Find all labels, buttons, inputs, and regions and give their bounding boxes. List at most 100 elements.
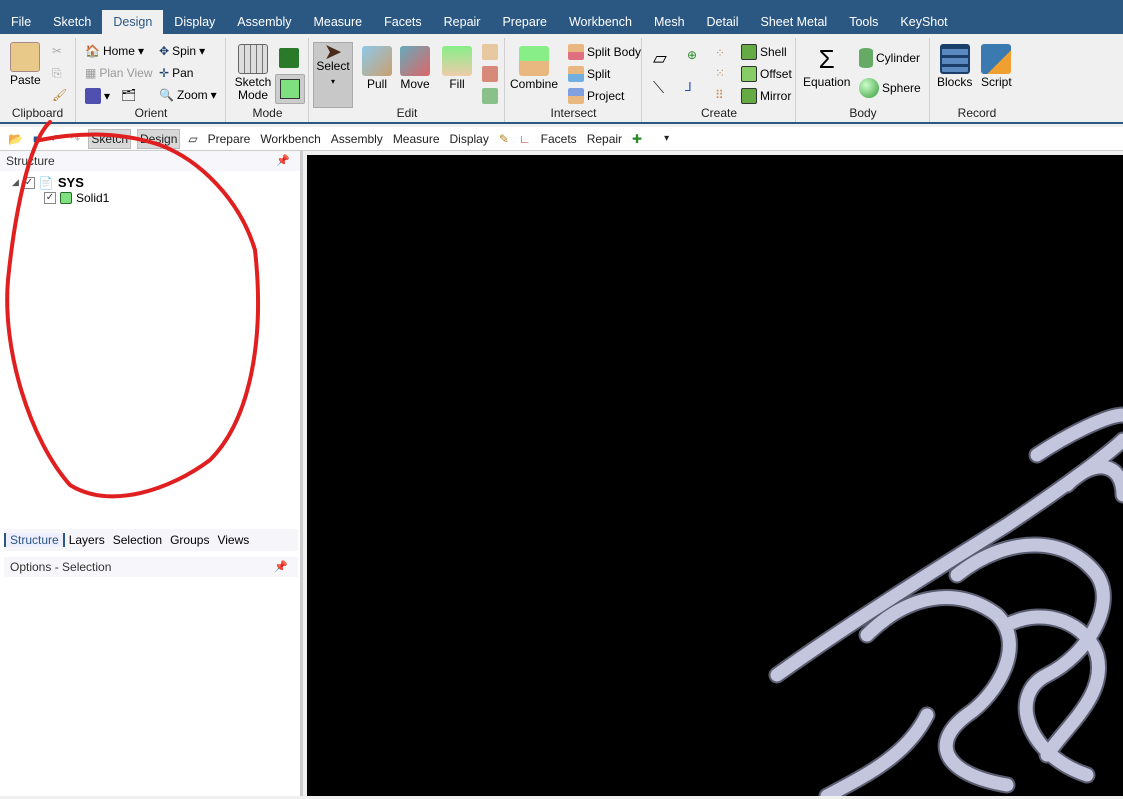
qat-assembly[interactable]: Assembly (329, 130, 385, 148)
paste-button[interactable]: Paste (10, 42, 41, 87)
home-button[interactable]: 🏠 Home ▾ (85, 44, 144, 58)
tab-prepare[interactable]: Prepare (491, 10, 557, 34)
plan-view-icon: ▦ (85, 66, 97, 80)
blocks-button[interactable]: Blocks (937, 44, 972, 89)
assembly-doc-icon: 📄 (38, 175, 54, 190)
pan-button[interactable]: ✛ Pan (159, 66, 193, 80)
shell-button[interactable]: Shell (741, 44, 787, 60)
open-folder-icon[interactable]: 📂 (6, 130, 25, 148)
3d-mode-icon[interactable] (275, 74, 305, 104)
blend-icon[interactable] (482, 44, 498, 60)
plane-icon[interactable]: ▱ (186, 130, 199, 148)
collapse-triangle-icon[interactable]: ◢ (12, 177, 19, 188)
mirror-button[interactable]: Mirror (741, 88, 791, 104)
qat-repair[interactable]: Repair (585, 130, 624, 148)
pan-icon: ✛ (159, 66, 170, 80)
qat-prepare[interactable]: Prepare (206, 130, 253, 148)
pull-icon (362, 46, 392, 76)
tab-groups[interactable]: Groups (166, 533, 213, 547)
tab-display[interactable]: Display (163, 10, 226, 34)
mirror-icon (741, 88, 757, 104)
tab-detail[interactable]: Detail (696, 10, 750, 34)
group-mode: Sketch Mode Mode (227, 38, 309, 122)
split-body-icon (568, 44, 584, 60)
fill-pattern-icon[interactable]: ⠿ (715, 88, 724, 102)
plane-icon[interactable]: ▱ (653, 48, 667, 69)
qat-measure[interactable]: Measure (391, 130, 442, 148)
clipboard-icon (10, 42, 41, 72)
copy-icon[interactable]: ⎘ (52, 66, 62, 81)
tweak-face-icon[interactable] (482, 66, 498, 82)
offset-button[interactable]: Offset (741, 66, 792, 82)
snap-view-icon[interactable]: 🗂 (121, 88, 136, 102)
stent-model (768, 406, 1123, 799)
sphere-button[interactable]: Sphere (859, 78, 921, 98)
combine-button[interactable]: Combine (510, 46, 558, 91)
tree-item-sys[interactable]: ◢ ✓ 📄 SYS (12, 175, 84, 190)
undo-icon[interactable]: ↶ (48, 130, 62, 148)
qat-sketch[interactable]: Sketch (88, 128, 132, 149)
tab-selection[interactable]: Selection (109, 533, 166, 547)
qat-facets[interactable]: Facets (539, 130, 579, 148)
split-button[interactable]: Split (568, 66, 610, 82)
shell-icon (741, 44, 757, 60)
redo-icon[interactable]: ↷ (68, 130, 82, 148)
tab-repair[interactable]: Repair (433, 10, 492, 34)
qat-design[interactable]: Design (137, 128, 181, 149)
cylinder-icon (859, 48, 873, 68)
sketch-mode-button[interactable]: Sketch Mode (233, 44, 273, 102)
tab-file[interactable]: File (0, 10, 42, 34)
pin-icon[interactable]: 📌 (274, 557, 288, 577)
tab-measure[interactable]: Measure (302, 10, 373, 34)
replace-icon[interactable] (482, 88, 498, 104)
tab-views[interactable]: Views (213, 533, 253, 547)
point-icon[interactable]: ⊕ (687, 48, 697, 62)
tab-design[interactable]: Design (102, 10, 164, 34)
cursor-arrow-icon: ➤ (323, 39, 343, 64)
tab-layers[interactable]: Layers (65, 533, 109, 547)
tab-mesh[interactable]: Mesh (643, 10, 696, 34)
add-view-icon[interactable]: ✚ (630, 130, 644, 148)
cut-icon[interactable]: ✂ (52, 44, 62, 58)
save-icon[interactable]: ■ (31, 130, 42, 148)
sketch-pencil-icon[interactable]: ✎ (497, 130, 511, 148)
pin-icon[interactable]: 📌 (276, 151, 290, 171)
plan-view-button[interactable]: ▦ Plan View (85, 66, 153, 80)
tab-keyshot[interactable]: KeyShot (889, 10, 958, 34)
axis-icon[interactable]: ∟ (517, 130, 533, 148)
format-painter-icon[interactable]: 🖌 (52, 88, 67, 102)
split-body-button[interactable]: Split Body (568, 44, 641, 60)
section-mode-icon[interactable] (279, 48, 299, 68)
axis-line-icon[interactable]: ⟍ (653, 80, 664, 98)
sys-checkbox[interactable]: ✓ (22, 176, 35, 189)
pull-button[interactable]: Pull (362, 46, 392, 91)
select-button[interactable]: ➤ Select ▾ (313, 39, 353, 108)
circular-pattern-icon[interactable]: ⁙ (715, 66, 725, 80)
linear-pattern-icon[interactable]: ⁘ (715, 46, 725, 60)
tab-assembly[interactable]: Assembly (226, 10, 302, 34)
qat-workbench[interactable]: Workbench (258, 130, 322, 148)
ribbon: Paste ✂ ⎘ 🖌 Clipboard 🏠 Home ▾ ✥ Spin ▾ ▦ P… (0, 34, 1123, 124)
qat-display[interactable]: Display (448, 130, 491, 148)
project-button[interactable]: Project (568, 88, 624, 104)
spin-button[interactable]: ✥ Spin ▾ (159, 44, 205, 58)
tab-sheet-metal[interactable]: Sheet Metal (750, 10, 839, 34)
origin-icon[interactable]: ⅃ (685, 80, 692, 94)
equation-button[interactable]: Σ Equation (803, 44, 850, 89)
tab-workbench[interactable]: Workbench (558, 10, 643, 34)
view-cube-button[interactable]: ▾ (85, 88, 110, 104)
3d-viewport[interactable] (307, 155, 1123, 799)
zoom-button[interactable]: 🔍 Zoom ▾ (159, 88, 217, 102)
move-icon (400, 46, 430, 76)
tab-sketch[interactable]: Sketch (42, 10, 102, 34)
tab-tools[interactable]: Tools (838, 10, 889, 34)
tab-facets[interactable]: Facets (373, 10, 433, 34)
solid1-checkbox[interactable]: ✓ (44, 192, 56, 204)
script-button[interactable]: Script (981, 44, 1012, 89)
cylinder-button[interactable]: Cylinder (859, 48, 920, 68)
fill-button[interactable]: Fill (442, 46, 472, 91)
move-button[interactable]: Move (400, 46, 430, 91)
customize-dropdown-icon[interactable]: ▾ (662, 131, 671, 146)
tree-item-solid1[interactable]: ✓ Solid1 (44, 191, 109, 205)
tab-structure[interactable]: Structure (4, 533, 65, 547)
